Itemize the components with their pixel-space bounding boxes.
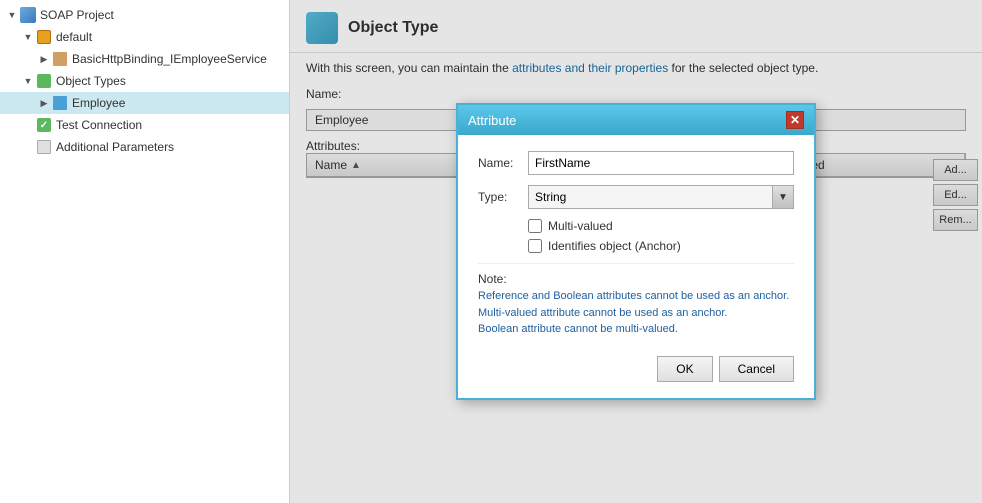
dialog-buttons: OK Cancel [478, 346, 794, 382]
dialog-title: Attribute [468, 113, 516, 128]
sidebar-item-object-types[interactable]: ▼ Object Types [0, 70, 289, 92]
sidebar-item-default[interactable]: ▼ default [0, 26, 289, 48]
binding-icon [52, 51, 68, 67]
dialog-overlay: Attribute ✕ Name: Type: String Integer [290, 0, 982, 503]
tree-arrow: ▶ [36, 51, 52, 67]
sidebar-item-employee[interactable]: ▶ Employee [0, 92, 289, 114]
multivalued-checkbox[interactable] [528, 219, 542, 233]
note-line1: Reference and Boolean attributes cannot … [478, 288, 794, 305]
dialog-checkboxes: Multi-valued Identifies object (Anchor) [478, 219, 794, 253]
sidebar-item-label: default [56, 30, 92, 44]
soap-icon [20, 7, 36, 23]
dialog-type-select[interactable]: String Integer Boolean Reference DateTim… [528, 185, 794, 209]
dialog-body: Name: Type: String Integer Boolean Refer… [458, 135, 814, 398]
dialog-type-field: Type: String Integer Boolean Reference D… [478, 185, 794, 209]
cancel-button[interactable]: Cancel [719, 356, 794, 382]
tree-arrow: ▼ [20, 73, 36, 89]
dialog-close-button[interactable]: ✕ [786, 111, 804, 129]
sidebar-item-label: Test Connection [56, 118, 142, 132]
tree-arrow: ▶ [36, 95, 52, 111]
dialog-name-label: Name: [478, 156, 528, 170]
note-line2: Multi-valued attribute cannot be used as… [478, 305, 794, 322]
note-title: Note: [478, 272, 794, 286]
dialog-name-field: Name: [478, 151, 794, 175]
sidebar-item-label: Additional Parameters [56, 140, 174, 154]
test-icon: ✓ [36, 117, 52, 133]
types-icon [36, 73, 52, 89]
dialog-type-select-wrapper: String Integer Boolean Reference DateTim… [528, 185, 794, 209]
sidebar-item-test-connection[interactable]: ✓ Test Connection [0, 114, 289, 136]
dialog-titlebar: Attribute ✕ [458, 105, 814, 135]
dialog-type-label: Type: [478, 190, 528, 204]
tree-arrow: ▼ [4, 7, 20, 23]
sidebar-item-label: Employee [72, 96, 125, 110]
multivalued-label: Multi-valued [548, 219, 613, 233]
tree-arrow: ▼ [20, 29, 36, 45]
anchor-label: Identifies object (Anchor) [548, 239, 681, 253]
sidebar: ▼ SOAP Project ▼ default ▶ BasicHttpBind… [0, 0, 290, 503]
sidebar-item-binding[interactable]: ▶ BasicHttpBinding_IEmployeeService [0, 48, 289, 70]
sidebar-item-additional-params[interactable]: Additional Parameters [0, 136, 289, 158]
attribute-dialog: Attribute ✕ Name: Type: String Integer [456, 103, 816, 400]
employee-icon [52, 95, 68, 111]
anchor-checkbox-row: Identifies object (Anchor) [528, 239, 794, 253]
dialog-name-input[interactable] [528, 151, 794, 175]
sidebar-item-label: Object Types [56, 74, 126, 88]
ok-button[interactable]: OK [657, 356, 712, 382]
main-panel: Object Type With this screen, you can ma… [290, 0, 982, 503]
sidebar-item-label: BasicHttpBinding_IEmployeeService [72, 52, 267, 66]
sidebar-item-soap-project[interactable]: ▼ SOAP Project [0, 4, 289, 26]
sidebar-item-label: SOAP Project [40, 8, 114, 22]
tree-arrow [20, 117, 36, 133]
dialog-note: Note: Reference and Boolean attributes c… [478, 263, 794, 346]
multivalued-checkbox-row: Multi-valued [528, 219, 794, 233]
note-line3: Boolean attribute cannot be multi-valued… [478, 321, 794, 338]
tree-arrow [20, 139, 36, 155]
default-icon [36, 29, 52, 45]
note-body: Reference and Boolean attributes cannot … [478, 288, 794, 338]
anchor-checkbox[interactable] [528, 239, 542, 253]
params-icon [36, 139, 52, 155]
